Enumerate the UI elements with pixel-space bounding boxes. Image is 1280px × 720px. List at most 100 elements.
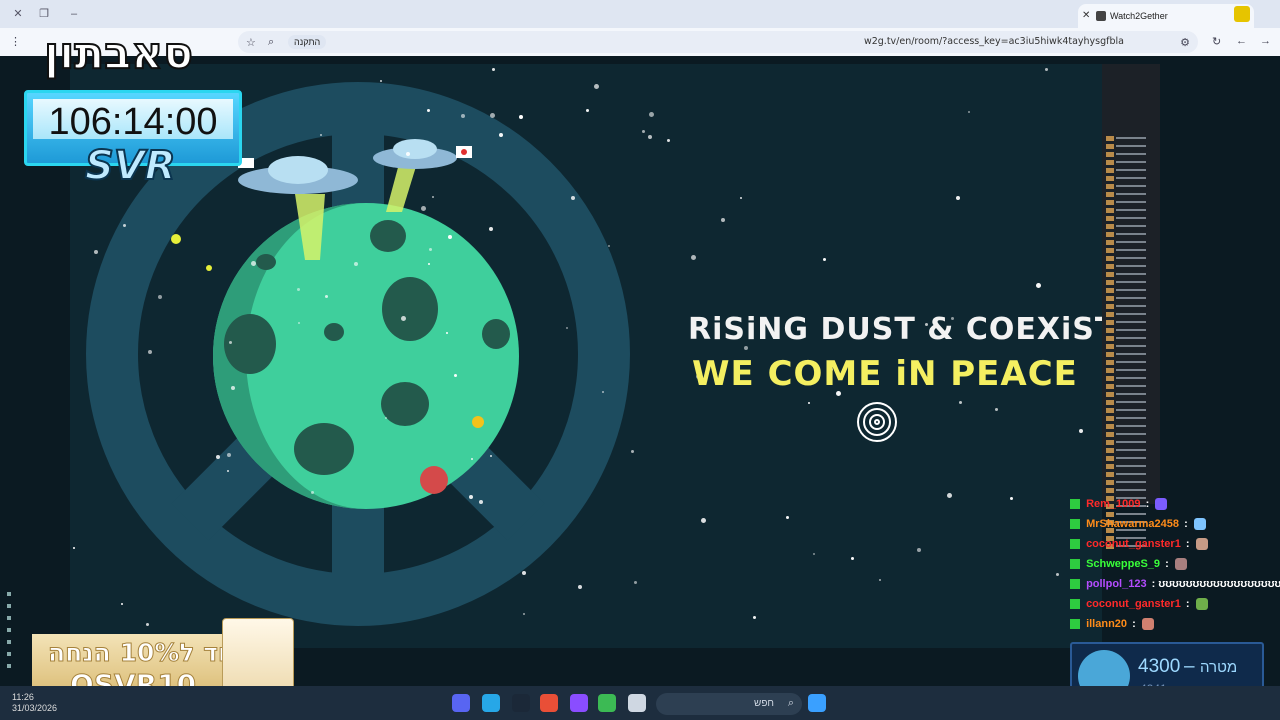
tab-close-icon[interactable]: ✕: [1082, 4, 1090, 28]
playlist-item[interactable]: [1106, 360, 1152, 365]
telegram-icon[interactable]: [482, 694, 500, 712]
address-bar[interactable]: ☆ ⌕ התקנה w2g.tv/en/room/?access_key=ac3…: [238, 31, 1198, 53]
tab-watch2gether[interactable]: ✕ Watch2Gether: [1078, 4, 1254, 28]
star-dot: [227, 470, 229, 472]
emote-icon: [1193, 518, 1206, 531]
playlist-item[interactable]: [1106, 432, 1152, 437]
star-dot: [146, 623, 149, 626]
chat-username: coconut_ganster1: [1086, 538, 1181, 550]
start-icon[interactable]: [808, 694, 826, 712]
playlist-item[interactable]: [1106, 440, 1152, 445]
playlist-item[interactable]: [1106, 384, 1152, 389]
obs-icon[interactable]: [570, 694, 588, 712]
playlist-item[interactable]: [1106, 312, 1152, 317]
steam-icon[interactable]: [512, 694, 530, 712]
timer-panel: 106:14:00: [33, 99, 233, 143]
playlist-item[interactable]: [1106, 232, 1152, 237]
taskbar-search[interactable]: חפש ⌕: [656, 693, 802, 715]
chat-text: : ʊʊʊʊʊʊʊʊʊʊʊʊʊʊʊʊʊʊ: [1151, 578, 1280, 590]
profile-icon[interactable]: [1234, 6, 1250, 22]
playlist-item[interactable]: [1106, 296, 1152, 301]
playlist-thumbnail: [1106, 464, 1114, 469]
playlist-item-title: [1116, 425, 1146, 427]
playlist-item-title: [1116, 481, 1146, 483]
playlist-item[interactable]: [1106, 216, 1152, 221]
playlist-item[interactable]: [1106, 344, 1152, 349]
taskbar-clock[interactable]: 11:26 31/03/2026: [12, 692, 57, 714]
playlist-item[interactable]: [1106, 144, 1152, 149]
menu-dots-icon[interactable]: ⋮: [10, 35, 21, 48]
playlist-item[interactable]: [1106, 336, 1152, 341]
playlist-item[interactable]: [1106, 168, 1152, 173]
playlist-item[interactable]: [1106, 192, 1152, 197]
playlist-item[interactable]: [1106, 408, 1152, 413]
playlist-item[interactable]: [1106, 304, 1152, 309]
playlist-item-title: [1116, 289, 1146, 291]
search-label: חפש: [754, 698, 774, 709]
playlist-item-title: [1116, 153, 1146, 155]
playlist-item-title: [1116, 489, 1146, 491]
star-dot: [123, 224, 126, 227]
app-icon[interactable]: [540, 694, 558, 712]
discord-icon[interactable]: [452, 694, 470, 712]
url-text[interactable]: w2g.tv/en/room/?access_key=ac3iu5hiwk4ta…: [864, 36, 1124, 47]
playlist-item[interactable]: [1106, 256, 1152, 261]
playlist-item[interactable]: [1106, 208, 1152, 213]
playlist-item[interactable]: [1106, 368, 1152, 373]
playlist-item[interactable]: [1106, 248, 1152, 253]
bookmark-star-icon[interactable]: ☆: [246, 36, 256, 49]
playlist-item[interactable]: [1106, 448, 1152, 453]
star-dot: [823, 258, 826, 261]
playlist-item[interactable]: [1106, 160, 1152, 165]
playlist-item[interactable]: [1106, 392, 1152, 397]
site-settings-icon[interactable]: ⚙: [1180, 36, 1190, 49]
playlist-thumbnail: [1106, 240, 1114, 245]
playlist-item[interactable]: [1106, 264, 1152, 269]
playlist-item[interactable]: [1106, 488, 1152, 493]
forward-icon[interactable]: →: [1260, 35, 1271, 47]
playlist-item[interactable]: [1106, 224, 1152, 229]
playlist-sidebar[interactable]: [1102, 64, 1160, 549]
star-dot: [94, 250, 98, 254]
playlist-item[interactable]: [1106, 184, 1152, 189]
playlist-item[interactable]: [1106, 472, 1152, 477]
install-app-button[interactable]: התקנה: [288, 35, 327, 49]
playlist-thumbnail: [1106, 152, 1114, 157]
playlist-item[interactable]: [1106, 240, 1152, 245]
playlist-item[interactable]: [1106, 480, 1152, 485]
playlist-item[interactable]: [1106, 280, 1152, 285]
playlist-item[interactable]: [1106, 152, 1152, 157]
playlist-thumbnail: [1106, 472, 1114, 477]
playlist-item[interactable]: [1106, 320, 1152, 325]
back-icon[interactable]: ←: [1236, 35, 1247, 47]
star-dot: [602, 391, 604, 393]
task-view-icon[interactable]: [628, 694, 646, 712]
playlist-item[interactable]: [1106, 328, 1152, 333]
zoom-icon[interactable]: ⌕: [268, 36, 274, 49]
playlist-item[interactable]: [1106, 352, 1152, 357]
chat-message: SchweppeS_9 :: [1070, 558, 1187, 576]
playlist-thumbnail: [1106, 288, 1114, 293]
minimize-window-icon[interactable]: –: [66, 6, 82, 22]
playlist-item[interactable]: [1106, 464, 1152, 469]
close-window-icon[interactable]: ✕: [10, 6, 26, 22]
playlist-item[interactable]: [1106, 456, 1152, 461]
playlist-item-title: [1116, 217, 1146, 219]
playlist-item[interactable]: [1106, 400, 1152, 405]
playlist-item[interactable]: [1106, 376, 1152, 381]
search-icon: ⌕: [787, 697, 794, 709]
playlist-item[interactable]: [1106, 200, 1152, 205]
playlist-item[interactable]: [1106, 416, 1152, 421]
playlist-item[interactable]: [1106, 176, 1152, 181]
playlist-item[interactable]: [1106, 424, 1152, 429]
playlist-item[interactable]: [1106, 272, 1152, 277]
emote-icon: [1174, 558, 1187, 571]
star-dot: [479, 500, 483, 504]
playlist-item[interactable]: [1106, 288, 1152, 293]
star-dot: [325, 295, 328, 298]
reload-icon[interactable]: ↻: [1212, 35, 1221, 48]
chrome-icon[interactable]: [598, 694, 616, 712]
playlist-item[interactable]: [1106, 136, 1152, 141]
playlist-thumbnail: [1106, 184, 1114, 189]
restore-window-icon[interactable]: ❐: [36, 6, 52, 22]
